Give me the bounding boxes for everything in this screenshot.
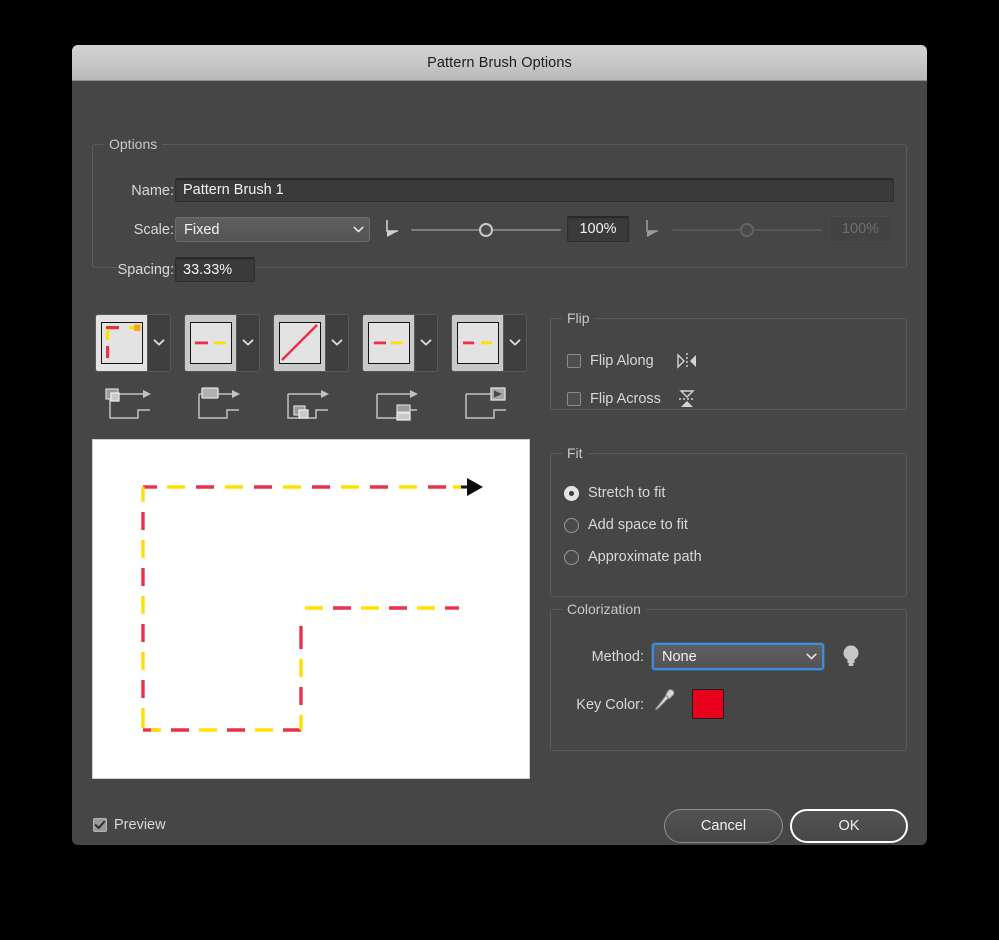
key-color-label: Key Color:	[576, 697, 644, 713]
name-label: Name:	[131, 183, 174, 199]
scale-label: Scale:	[133, 222, 174, 238]
fit-option-stretch[interactable]: Stretch to fit	[564, 485, 665, 501]
fit-option-approximate-label: Approximate path	[588, 549, 702, 565]
tile-dropdown-start[interactable]	[415, 315, 437, 371]
fit-option-stretch-label: Stretch to fit	[588, 485, 666, 501]
chevron-down-icon	[353, 225, 364, 234]
tile-button-start[interactable]	[362, 314, 438, 372]
scale-min-input[interactable]: 100%	[567, 216, 629, 242]
fit-option-add-space-label: Add space to fit	[588, 517, 688, 533]
tile-dropdown-outer-corner[interactable]	[237, 315, 259, 371]
flip-along-label: Flip Along	[590, 353, 654, 369]
colorization-group: Colorization	[550, 601, 907, 751]
scale-type-select[interactable]: Fixed	[175, 217, 370, 242]
ok-button[interactable]: OK	[790, 809, 908, 843]
flip-group-legend: Flip	[562, 310, 595, 326]
colorization-method-select[interactable]: None	[652, 643, 824, 670]
flip-across-label: Flip Across	[590, 391, 661, 407]
chevron-down-icon	[242, 334, 254, 352]
cancel-button-label: Cancel	[700, 818, 747, 834]
chevron-down-icon	[331, 334, 343, 352]
fit-option-approximate[interactable]: Approximate path	[564, 549, 702, 565]
outer-corner-tile-icon	[193, 386, 245, 426]
chevron-down-icon	[509, 334, 521, 352]
scale-max-input: 100%	[829, 216, 892, 242]
dialog-body: Options Name: Pattern Brush 1 Scale: Fix…	[72, 81, 927, 845]
scale-min-slider-knob[interactable]	[479, 223, 493, 237]
inner-corner-tile-icon	[282, 386, 334, 426]
colorization-group-legend: Colorization	[562, 601, 646, 617]
options-group: Options	[92, 136, 907, 268]
scale-max-slider[interactable]	[672, 221, 822, 239]
flip-along-checkbox[interactable]	[567, 354, 581, 368]
dialog-title: Pattern Brush Options	[427, 54, 572, 71]
tile-dropdown-end[interactable]	[504, 315, 526, 371]
scale-max-pen-pressure-icon	[644, 217, 666, 241]
tile-swatch-end	[452, 315, 504, 371]
method-label: Method:	[591, 649, 644, 665]
colorization-method-value: None	[662, 648, 697, 665]
chevron-down-icon	[806, 652, 817, 661]
tile-button-inner-corner[interactable]	[273, 314, 349, 372]
scale-min-slider[interactable]	[411, 221, 561, 239]
flip-along-icon	[675, 352, 699, 370]
tile-preview-side	[100, 322, 143, 364]
flip-across-row[interactable]: Flip Across	[567, 388, 697, 410]
tile-dropdown-inner-corner[interactable]	[326, 315, 348, 371]
pattern-brush-options-dialog: Pattern Brush Options Options Name: Patt…	[72, 45, 927, 845]
scale-min-pen-pressure-icon	[384, 217, 406, 241]
side-tile-icon	[104, 386, 156, 426]
scale-max-slider-knob[interactable]	[740, 223, 754, 237]
flip-along-row[interactable]: Flip Along	[567, 352, 699, 370]
fit-option-approximate-radio[interactable]	[564, 549, 579, 565]
chevron-down-icon	[153, 334, 165, 352]
tile-preview-start	[367, 322, 410, 364]
tile-swatch-side	[96, 315, 148, 371]
flip-across-icon	[677, 388, 697, 410]
scale-min-value: 100%	[579, 221, 617, 237]
ok-button-label: OK	[838, 818, 860, 834]
tile-button-side[interactable]	[95, 314, 171, 372]
spacing-input[interactable]: 33.33%	[175, 257, 255, 282]
name-input-value: Pattern Brush 1	[183, 182, 284, 198]
tile-preview-end	[456, 322, 499, 364]
key-color-swatch[interactable]	[692, 689, 724, 719]
preview-checkbox-label: Preview	[114, 817, 166, 833]
tile-swatch-inner-corner	[274, 315, 326, 371]
start-tile-icon	[371, 386, 423, 426]
preview-checkbox-row[interactable]: Preview	[93, 817, 166, 833]
fit-option-stretch-radio[interactable]	[564, 485, 579, 501]
preview-checkbox[interactable]	[93, 818, 107, 832]
tile-swatch-start	[363, 315, 415, 371]
tile-preview-inner-corner	[278, 322, 321, 364]
tile-button-outer-corner[interactable]	[184, 314, 260, 372]
options-group-legend: Options	[104, 136, 163, 152]
end-tile-icon	[460, 386, 512, 426]
name-input[interactable]: Pattern Brush 1	[175, 178, 894, 202]
spacing-value: 33.33%	[183, 261, 233, 278]
tile-button-end[interactable]	[451, 314, 527, 372]
flip-across-checkbox[interactable]	[567, 392, 581, 406]
fit-option-add-space[interactable]: Add space to fit	[564, 517, 688, 533]
tile-preview-outer-corner	[189, 322, 232, 364]
fit-option-add-space-radio[interactable]	[564, 517, 579, 533]
brush-preview-path	[141, 478, 483, 732]
spacing-label: Spacing:	[117, 262, 174, 278]
tile-swatch-outer-corner	[185, 315, 237, 371]
scale-type-value: Fixed	[184, 221, 220, 238]
cancel-button[interactable]: Cancel	[664, 809, 783, 843]
arrow-head-icon	[461, 478, 483, 496]
chevron-down-icon	[420, 334, 432, 352]
eyedropper-icon[interactable]	[653, 687, 677, 713]
brush-preview-canvas	[92, 439, 530, 779]
dialog-titlebar: Pattern Brush Options	[72, 45, 927, 81]
tile-dropdown-side[interactable]	[148, 315, 170, 371]
fit-group-legend: Fit	[562, 445, 588, 461]
scale-max-value: 100%	[841, 221, 880, 237]
lightbulb-icon[interactable]	[841, 643, 861, 671]
